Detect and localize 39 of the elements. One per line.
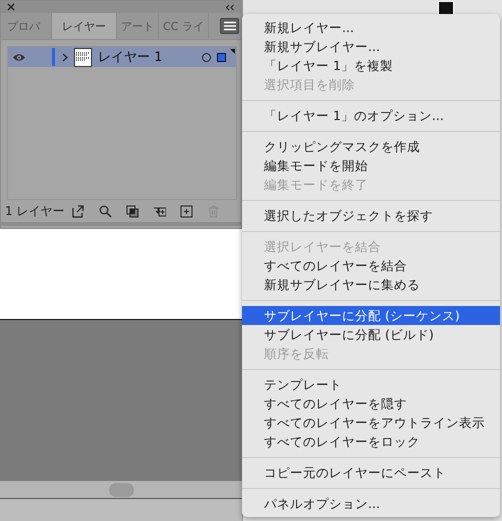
menu-item[interactable]: すべてのレイヤーをアウトライン表示 xyxy=(242,413,500,432)
move-to-layer-icon[interactable] xyxy=(153,204,166,218)
scroll-thumb[interactable] xyxy=(108,482,134,496)
menu-item[interactable]: 新規レイヤー... xyxy=(242,18,500,37)
export-icon[interactable] xyxy=(72,204,86,218)
menu-item[interactable]: サブレイヤーに分配 (シーケンス) xyxy=(242,306,500,325)
chevron-right-icon[interactable] xyxy=(62,52,68,62)
menu-item[interactable]: 「レイヤー 1」のオプション... xyxy=(242,106,500,125)
search-icon[interactable] xyxy=(99,204,112,218)
new-layer-icon[interactable] xyxy=(180,204,194,218)
menu-item[interactable]: 新規サブレイヤー... xyxy=(242,37,500,56)
menu-item[interactable]: 選択したオブジェクトを探す xyxy=(242,206,500,225)
menu-item[interactable]: 「レイヤー 1」を複製 xyxy=(242,56,500,75)
layer-thumbnail xyxy=(74,48,92,66)
mask-icon[interactable] xyxy=(126,204,140,218)
close-icon[interactable] xyxy=(7,3,15,11)
target-circle-icon[interactable] xyxy=(202,52,211,62)
menu-item[interactable]: 編集モードを開始 xyxy=(242,156,500,175)
menu-item[interactable]: すべてのレイヤーをロック xyxy=(242,432,500,451)
menu-item[interactable]: クリッピングマスクを作成 xyxy=(242,137,500,156)
menu-item[interactable]: テンプレート xyxy=(242,375,500,394)
layer-color-bar xyxy=(52,48,55,66)
menu-item[interactable]: コピー元のレイヤーにペースト xyxy=(242,463,500,482)
menu-item[interactable]: サブレイヤーに分配 (ビルド) xyxy=(242,325,500,344)
eye-icon[interactable] xyxy=(12,52,26,62)
collapse-icon[interactable] xyxy=(225,4,235,10)
selection-square-icon[interactable] xyxy=(217,52,226,62)
panel-tab[interactable]: レイヤー xyxy=(52,13,117,39)
panel-menu-button[interactable] xyxy=(220,18,239,34)
layer-name: レイヤー 1 xyxy=(98,49,164,66)
layer-count: 1 レイヤー xyxy=(5,202,64,220)
menu-item[interactable]: すべてのレイヤーを結合 xyxy=(242,256,500,275)
menu-icon xyxy=(224,21,236,31)
layer-row[interactable]: レイヤー 1 xyxy=(8,47,236,67)
menu-item[interactable]: パネルオプション... xyxy=(242,494,500,513)
menu-item[interactable]: 新規サブレイヤーに集める xyxy=(242,275,500,294)
corner-mark-icon xyxy=(230,48,235,54)
horizontal-scrollbar[interactable] xyxy=(0,481,242,499)
menu-item[interactable]: すべてのレイヤーを隠す xyxy=(242,394,500,413)
